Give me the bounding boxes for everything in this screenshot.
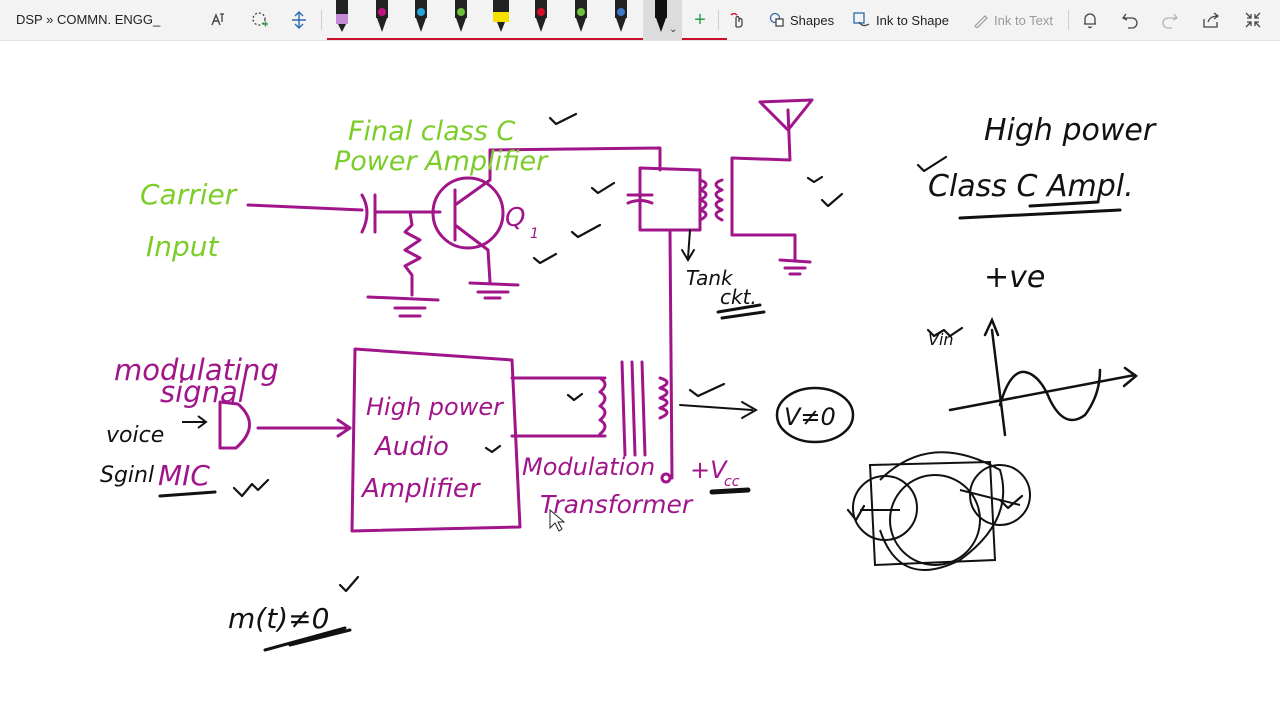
highlighter-yellow-icon[interactable] bbox=[491, 0, 511, 34]
note-vcc: +V bbox=[690, 456, 728, 484]
pen-red-icon[interactable] bbox=[531, 0, 551, 34]
ink-to-text-button[interactable]: Ink to Text bbox=[973, 9, 1053, 31]
note-final-class-c: Final class C bbox=[348, 116, 515, 147]
undo-icon[interactable] bbox=[1118, 8, 1142, 32]
note-input: Input bbox=[146, 230, 220, 263]
note-v-not-zero: V≠0 bbox=[784, 403, 836, 431]
note-vin: Vin bbox=[928, 330, 954, 349]
whiteboard-canvas[interactable]: Final class C Power Amplifier Carrier In… bbox=[0, 41, 1280, 720]
underline-scribbles bbox=[158, 200, 1122, 652]
touch-drawing-icon[interactable] bbox=[726, 8, 750, 32]
pen-blue-icon[interactable] bbox=[411, 0, 431, 34]
note-voice: voice bbox=[106, 423, 164, 448]
toolbar-separator bbox=[718, 10, 719, 30]
box-line-high-power: High power bbox=[366, 393, 505, 421]
toolbar-separator bbox=[321, 10, 322, 30]
voice-arrow bbox=[182, 415, 208, 429]
note-class-c-ampl: Class C Ampl. bbox=[928, 169, 1134, 204]
note-signal: signal bbox=[160, 375, 246, 409]
shapes-label: Shapes bbox=[790, 12, 835, 28]
note-high-power: High power bbox=[984, 113, 1157, 148]
pen-lightgreen-icon[interactable] bbox=[571, 0, 591, 34]
add-pen-icon[interactable]: + bbox=[688, 8, 712, 32]
full-screen-icon[interactable] bbox=[1241, 8, 1265, 32]
ink-to-shape-button[interactable]: Ink to Shape bbox=[853, 9, 949, 31]
box-line-audio: Audio bbox=[373, 432, 449, 462]
toolbar-separator bbox=[1068, 10, 1069, 30]
note-ckt: ckt. bbox=[720, 285, 757, 309]
breadcrumb[interactable]: DSP » COMMN. ENGG_ bbox=[16, 12, 160, 27]
ink-to-shape-icon bbox=[853, 12, 870, 27]
ink-to-shape-label: Ink to Shape bbox=[876, 12, 949, 28]
pen-green-icon[interactable] bbox=[451, 0, 471, 34]
note-signal-small: Sginl bbox=[100, 463, 154, 488]
redo-icon[interactable] bbox=[1158, 8, 1182, 32]
toolbar: DSP » COMMN. ENGG_ ⌄ + Shapes Ink to Sha… bbox=[0, 0, 1280, 41]
note-power-amplifier: Power Amplifier bbox=[334, 146, 549, 177]
note-mic: MIC bbox=[158, 459, 210, 492]
box-line-amplifier: Amplifier bbox=[360, 474, 482, 504]
note-q1: Q bbox=[505, 203, 525, 233]
add-space-icon[interactable] bbox=[287, 8, 311, 32]
note-m-t-not-zero: m(t)≠0 bbox=[228, 602, 329, 635]
bell-icon[interactable] bbox=[1078, 8, 1102, 32]
waveform-sketch bbox=[948, 316, 1139, 437]
circles-sketch bbox=[852, 451, 1031, 571]
pen-magenta-icon[interactable] bbox=[372, 0, 392, 34]
note-modulation: Modulation bbox=[522, 453, 655, 481]
note-vcc-sub: cc bbox=[724, 474, 740, 490]
pen-chevron-down-icon[interactable]: ⌄ bbox=[669, 24, 677, 35]
ink-to-text-pen-icon bbox=[974, 15, 988, 28]
shapes-button[interactable]: Shapes bbox=[769, 9, 834, 31]
pen-galaxy-icon[interactable] bbox=[611, 0, 631, 34]
shapes-icon bbox=[769, 12, 784, 27]
pen-black-selected-icon[interactable] bbox=[651, 0, 671, 34]
note-carrier: Carrier bbox=[140, 178, 238, 211]
note-plus-ve: +ve bbox=[984, 260, 1045, 295]
ink-to-text-icon[interactable] bbox=[207, 8, 231, 32]
note-q1-sub: 1 bbox=[530, 226, 539, 242]
note-transformer: Transformer bbox=[540, 490, 694, 519]
pen-lavender-icon[interactable] bbox=[332, 0, 352, 34]
lasso-select-icon[interactable] bbox=[248, 8, 272, 32]
ink-to-text-label: Ink to Text bbox=[994, 12, 1054, 28]
share-icon[interactable] bbox=[1199, 8, 1223, 32]
